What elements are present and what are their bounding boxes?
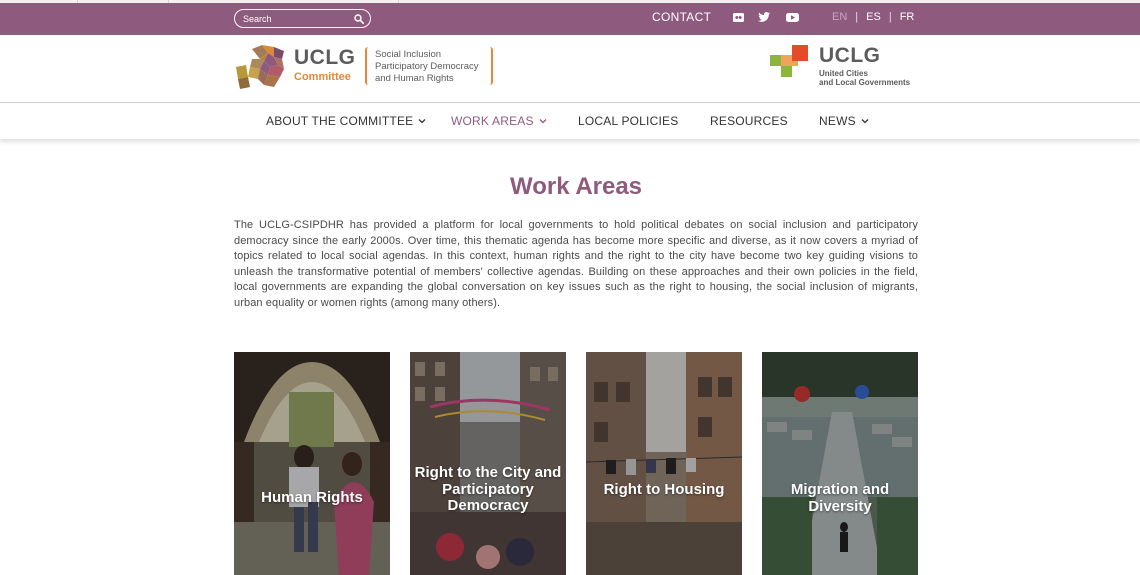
top-bar: CONTACT EN | ES | FR: [0, 0, 1140, 35]
uclg-blocks-icon: [770, 45, 808, 77]
chevron-down-icon: [539, 119, 547, 124]
lang-fr[interactable]: FR: [900, 11, 915, 23]
lang-separator: |: [888, 11, 892, 23]
flickr-icon[interactable]: [731, 11, 745, 23]
main-nav: ABOUT THE COMMITTEE WORK AREAS LOCAL POL…: [0, 104, 1140, 139]
nav-item-about[interactable]: ABOUT THE COMMITTEE: [266, 114, 426, 128]
committee-wordmark: Committee: [294, 71, 351, 83]
uclg-wordmark: UCLG: [819, 44, 881, 67]
committee-tagline: Social Inclusion Participatory Democracy…: [375, 49, 479, 84]
browser-tab-strip: [0, 0, 1140, 3]
search-input[interactable]: [243, 13, 354, 24]
chevron-down-icon: [418, 119, 426, 124]
twitter-icon[interactable]: [757, 11, 771, 23]
nav-item-work-areas[interactable]: WORK AREAS: [451, 114, 547, 128]
card-label: Right to Housing: [603, 481, 725, 498]
lang-es[interactable]: ES: [866, 11, 881, 23]
language-switcher: EN | ES | FR: [832, 11, 914, 23]
card-overlay: [234, 352, 390, 575]
committee-mosaic-icon: [236, 45, 284, 89]
card-label: Human Rights: [261, 489, 363, 506]
card-label: Migration and Diversity: [790, 481, 890, 515]
nav-item-resources[interactable]: RESOURCES: [710, 114, 788, 128]
uclg-logo[interactable]: UCLG United Cities and Local Governments: [770, 43, 930, 89]
search-icon[interactable]: [354, 13, 364, 24]
card-overlay: [762, 352, 918, 575]
chevron-down-icon: [861, 119, 869, 124]
card-human-rights[interactable]: Human Rights: [234, 352, 390, 575]
lang-separator: |: [855, 11, 859, 23]
nav-item-local-policies[interactable]: LOCAL POLICIES: [578, 114, 678, 128]
uclg-subtitle: United Cities and Local Governments: [819, 69, 911, 87]
card-overlay: [586, 352, 742, 575]
nav-item-news[interactable]: NEWS: [819, 114, 869, 128]
contact-link[interactable]: CONTACT: [652, 10, 711, 24]
card-migration-and-diversity[interactable]: Migration and Diversity: [762, 352, 918, 575]
site-header: UCLG Committee Social Inclusion Particip…: [0, 35, 1140, 103]
youtube-icon[interactable]: [785, 11, 799, 23]
committee-logo[interactable]: UCLG Committee Social Inclusion Particip…: [234, 45, 504, 89]
card-right-to-housing[interactable]: Right to Housing: [586, 352, 742, 575]
card-label: Right to the City and Participatory Demo…: [414, 464, 562, 514]
lang-en[interactable]: EN: [832, 11, 847, 23]
page-title: Work Areas: [509, 173, 643, 200]
card-right-to-the-city[interactable]: Right to the City and Participatory Demo…: [410, 352, 566, 575]
search-box[interactable]: [234, 9, 371, 28]
uclg-wordmark: UCLG: [294, 46, 356, 69]
intro-paragraph: The UCLG-CSIPDHR has provided a platform…: [234, 219, 918, 309]
